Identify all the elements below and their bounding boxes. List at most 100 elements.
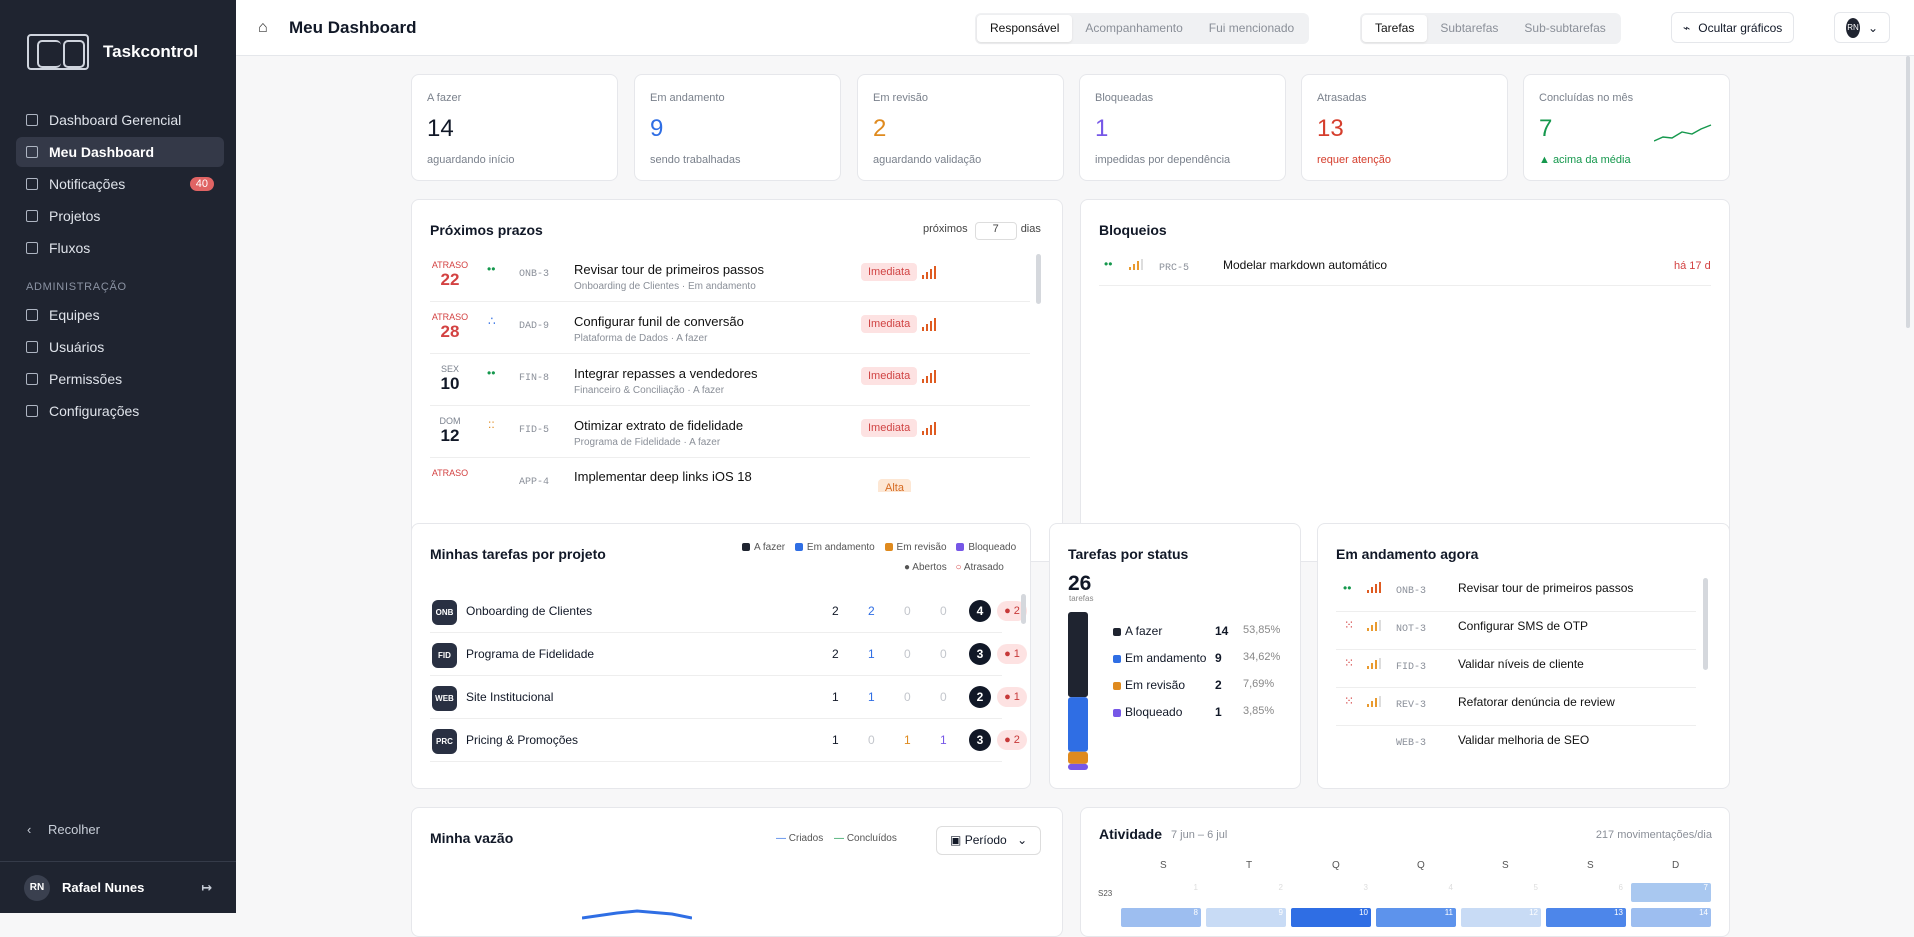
metric-subtitle: sendo trabalhadas (650, 154, 741, 166)
project-row[interactable]: WEB Site Institucional 1 1 0 0 2 ● 1 (430, 676, 1027, 719)
week-label: S23 (1098, 889, 1113, 898)
deadline-row[interactable]: ATRASO 22 •• ONB-3 Revisar tour de primeiros… (430, 250, 1030, 302)
legend-label: Bloqueado (968, 542, 1017, 553)
page-scrollbar[interactable] (1906, 56, 1910, 328)
calendar-day[interactable]: 1 (1121, 883, 1201, 902)
active-task-row[interactable]: WEB-3 Validar melhoria de SEO (1336, 726, 1696, 746)
priority-bars-icon (1129, 259, 1143, 270)
user-name: Rafael Nunes (62, 880, 145, 895)
sidebar-item-dashboard-gerencial[interactable]: Dashboard Gerencial (16, 105, 224, 135)
calendar-day[interactable]: 7 (1631, 883, 1711, 902)
metric-card-em-revisao[interactable]: Em revisão 2 aguardando validação (857, 74, 1064, 181)
scrollbar[interactable] (1021, 594, 1026, 624)
hide-charts-button[interactable]: ⌁ Ocultar gráficos (1671, 12, 1795, 43)
calendar-day[interactable]: 5 (1461, 883, 1541, 902)
metric-card-a-fazer[interactable]: A fazer 14 aguardando início (411, 74, 618, 181)
calendar-day[interactable]: 6 (1546, 883, 1626, 902)
sidebar-item-permissoes[interactable]: Permissões (16, 364, 224, 394)
sidebar-item-projetos[interactable]: Projetos (16, 201, 224, 231)
project-row[interactable]: ONB Onboarding de Clientes 2 2 0 0 4 ● 2 (430, 590, 1027, 633)
calendar-day[interactable]: 9 (1206, 908, 1286, 927)
sidebar-item-usuarios[interactable]: Usuários (16, 332, 224, 362)
home-icon[interactable]: ⌂ (258, 19, 268, 37)
deadline-row[interactable]: DOM 12:: FID-5 Otimizar extrato de fidelida… (430, 406, 1030, 458)
tab-subtarefas[interactable]: Subtarefas (1427, 15, 1511, 42)
calendar-day[interactable]: 8 (1121, 908, 1201, 927)
active-task-row[interactable]: •• ONB-3 Revisar tour de primeiros passos (1336, 574, 1696, 612)
count-a-fazer: 1 (832, 733, 839, 747)
logout-icon[interactable]: ↦ (201, 880, 212, 896)
scrollbar[interactable] (1703, 578, 1708, 670)
active-task-row[interactable]: ⁙ FID-3 Validar níveis de cliente (1336, 650, 1696, 688)
status-swatch (1113, 654, 1121, 663)
priority-pill: Imediata (861, 263, 918, 281)
status-unit: tarefas (1069, 594, 1094, 603)
collapse-button[interactable]: ‹ Recolher (27, 822, 100, 837)
days-input[interactable]: 7 (974, 222, 1017, 240)
sidebar-item-notificacoes[interactable]: Notificações 40 (16, 169, 224, 199)
calendar-day[interactable]: 10 (1291, 908, 1371, 927)
weekday-label: D (1672, 860, 1680, 871)
projects-title: Minhas tarefas por projeto (430, 546, 606, 562)
active-task-row[interactable]: ⁙ REV-3 Refatorar denúncia de review (1336, 688, 1696, 726)
status-count: 9 (1215, 651, 1222, 665)
flow-legend: — Criados — Concluídos (776, 833, 897, 844)
project-row[interactable]: PRC Pricing & Promoções 1 0 1 1 3 ● 2 (430, 719, 1027, 762)
status-bar-segment (1068, 612, 1088, 698)
bell-icon (26, 178, 38, 190)
calendar-day[interactable]: 12 (1461, 908, 1541, 927)
weekday-label: Q (1417, 860, 1425, 871)
blocked-task-row[interactable]: •• PRC-5 Modelar markdown automático há 17 … (1099, 254, 1711, 286)
deadlines-title: Próximos prazos (430, 222, 543, 238)
late-count: ● 2 (997, 730, 1027, 750)
tab-acompanhamento[interactable]: Acompanhamento (1072, 15, 1195, 42)
calendar-day[interactable]: 14 (1631, 908, 1711, 927)
metric-card-em-andamento[interactable]: Em andamento 9 sendo trabalhadas (634, 74, 841, 181)
metric-card-concluidas[interactable]: Concluídas no mês 7 ▲ acima da média (1523, 74, 1730, 181)
tab-sub-subtarefas[interactable]: Sub-subtarefas (1511, 15, 1618, 42)
priority-bars-icon (1367, 582, 1381, 593)
task-title: Configurar funil de conversão (574, 314, 744, 329)
weekday-label: Q (1332, 860, 1340, 871)
avatar: RN (24, 874, 50, 901)
brand[interactable]: Taskcontrol (27, 34, 198, 70)
task-title: Validar níveis de cliente (1458, 657, 1584, 671)
tab-fui-mencionado[interactable]: Fui mencionado (1196, 15, 1307, 42)
active-task-row[interactable]: ⁙ NOT-3 Configurar SMS de OTP (1336, 612, 1696, 650)
open-count: 4 (969, 600, 991, 622)
calendar-day[interactable]: 2 (1206, 883, 1286, 902)
deadline-row[interactable]: SEX 10 •• FIN-8 Integrar repasses a vendedor… (430, 354, 1030, 406)
status-total: 26 (1068, 572, 1092, 595)
tab-responsavel[interactable]: Responsável (977, 15, 1073, 42)
calendar-day[interactable]: 11 (1376, 908, 1456, 927)
sidebar-item-fluxos[interactable]: Fluxos (16, 233, 224, 263)
status-percent: 53,85% (1243, 624, 1281, 636)
sidebar-item-configuracoes[interactable]: Configurações (16, 396, 224, 426)
period-select[interactable]: ▣ Período ⌄ (936, 826, 1041, 855)
metric-card-atrasadas[interactable]: Atrasadas 13 requer atenção (1301, 74, 1508, 181)
sidebar-item-meu-dashboard[interactable]: Meu Dashboard (16, 137, 224, 167)
calendar-day[interactable]: 3 (1291, 883, 1371, 902)
sidebar-label: Permissões (49, 371, 123, 387)
status-swatch (1113, 708, 1121, 717)
sidebar-item-equipes[interactable]: Equipes (16, 300, 224, 330)
open-count: 2 (969, 686, 991, 708)
scrollbar[interactable] (1036, 254, 1041, 304)
deadline-row[interactable]: ATRASO APP-4 Implementar deep links iOS 18… (430, 458, 1030, 492)
calendar-day[interactable]: 4 (1376, 883, 1456, 902)
flow-line-chart (582, 909, 692, 920)
deadline-date-day: 22 (440, 270, 460, 289)
profile-menu[interactable]: RN ⌄ (1834, 12, 1890, 43)
project-row[interactable]: FID Programa de Fidelidade 2 1 0 0 3 ● 1 (430, 633, 1027, 676)
activity-title: Atividade (1099, 826, 1163, 842)
user-menu[interactable]: RN Rafael Nunes ↦ (0, 861, 236, 913)
deadline-row[interactable]: ATRASO 28 ∴ DAD-9 Configurar funil de conver… (430, 302, 1030, 354)
legend-done: Concluídos (846, 833, 897, 844)
flow-card: Minha vazão — Criados — Concluídos ▣ Per… (411, 807, 1063, 937)
task-code: APP-4 (519, 477, 550, 488)
task-meta: Financeiro & Conciliação · A fazer (574, 385, 725, 396)
calendar-day[interactable]: 13 (1546, 908, 1626, 927)
metric-card-bloqueadas[interactable]: Bloqueadas 1 impedidas por dependência (1079, 74, 1286, 181)
tab-tarefas[interactable]: Tarefas (1362, 15, 1428, 42)
weekday-label: S (1160, 860, 1167, 871)
